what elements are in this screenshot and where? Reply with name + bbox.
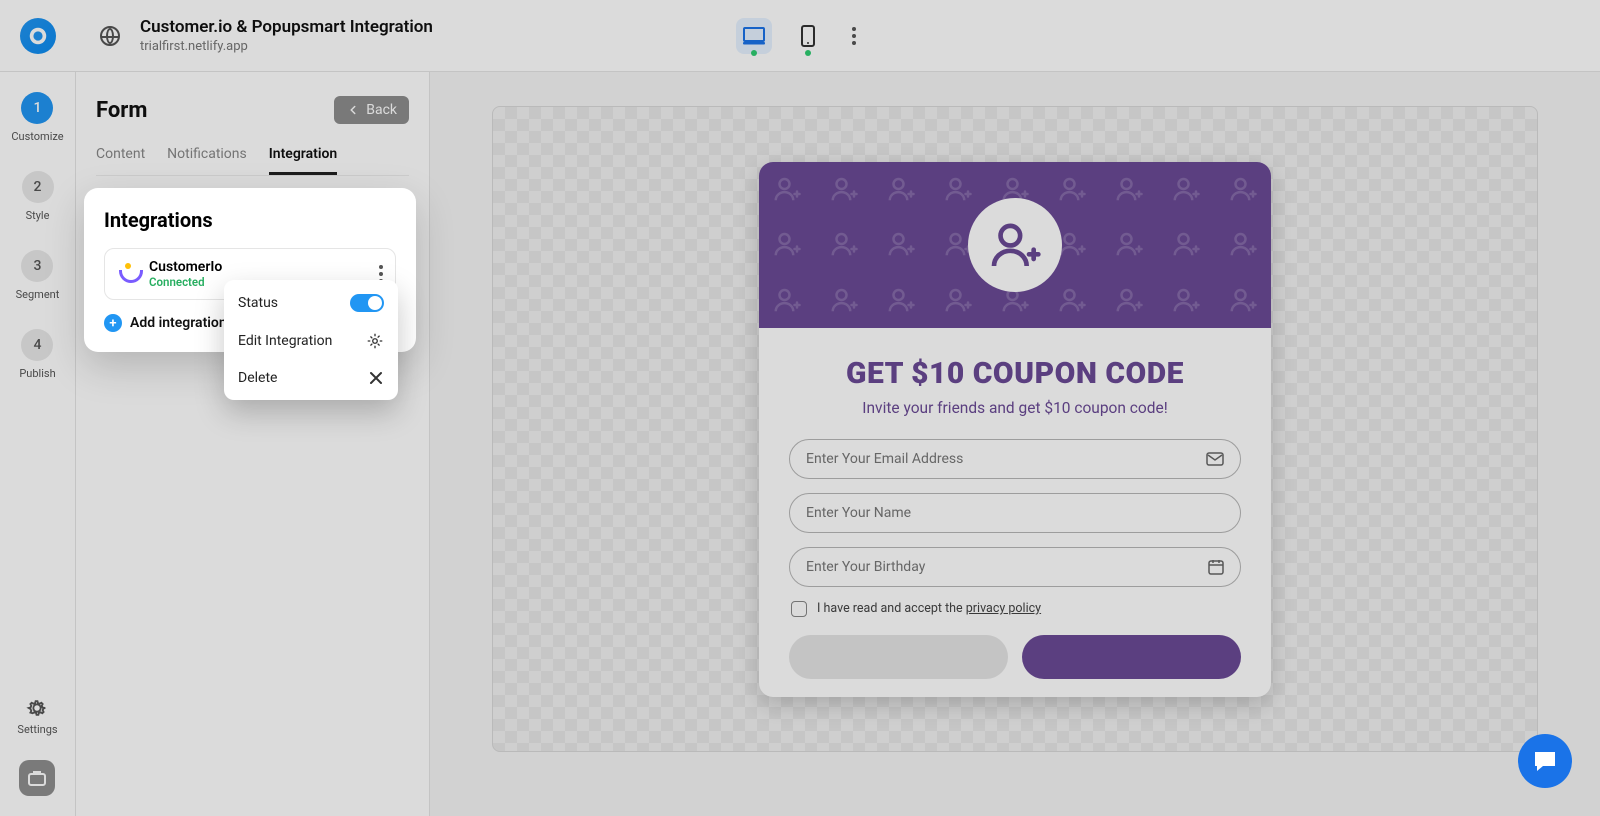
panel-title: Form	[96, 98, 147, 123]
globe-icon[interactable]	[100, 26, 120, 46]
preview-frame: /*pattern generated below*/ GET $10 COUP…	[492, 106, 1538, 752]
email-field[interactable]: Enter Your Email Address	[789, 439, 1241, 479]
step-publish[interactable]: 4 Publish	[19, 329, 55, 380]
privacy-link[interactable]: privacy policy	[966, 601, 1041, 616]
popup-primary-button[interactable]	[1022, 635, 1241, 679]
popup-hero: /*pattern generated below*/	[759, 162, 1271, 328]
topbar: Customer.io & Popupsmart Integration tri…	[0, 0, 1600, 72]
integrations-heading: Integrations	[104, 208, 396, 232]
step-rail: 1 Customize 2 Style 3 Segment 4 Publish …	[0, 72, 76, 816]
briefcase-icon	[28, 770, 46, 786]
step-segment[interactable]: 3 Segment	[16, 250, 60, 301]
arrow-left-icon	[346, 103, 360, 117]
birthday-field[interactable]: Enter Your Birthday	[789, 547, 1241, 587]
step-customize[interactable]: 1 Customize	[11, 92, 63, 143]
close-icon	[368, 370, 384, 386]
popup-headline: GET $10 COUPON CODE	[789, 356, 1241, 391]
page-subtitle: trialfirst.netlify.app	[140, 39, 433, 54]
form-panel: Form Back Content Notifications Integrat…	[76, 72, 430, 816]
popup-secondary-button[interactable]	[789, 635, 1008, 679]
page-title: Customer.io & Popupsmart Integration	[140, 17, 433, 37]
device-mobile-button[interactable]	[790, 18, 826, 54]
step-style[interactable]: 2 Style	[22, 171, 54, 222]
dropdown-delete[interactable]: Delete	[224, 360, 398, 396]
consent-text: I have read and accept the privacy polic…	[817, 601, 1041, 616]
preview-canvas: /*pattern generated below*/ GET $10 COUP…	[430, 72, 1600, 816]
plus-icon: +	[104, 314, 122, 332]
status-dot	[805, 50, 811, 56]
settings-button[interactable]: Settings	[17, 697, 57, 736]
status-toggle[interactable]	[350, 294, 384, 312]
popup-preview: /*pattern generated below*/ GET $10 COUP…	[759, 162, 1271, 697]
customerio-logo-icon	[117, 263, 139, 285]
integration-status: Connected	[149, 275, 222, 289]
dropdown-edit[interactable]: Edit Integration	[224, 322, 398, 360]
tab-content[interactable]: Content	[96, 146, 145, 175]
page-title-block: Customer.io & Popupsmart Integration tri…	[140, 17, 433, 54]
consent-row[interactable]: I have read and accept the privacy polic…	[789, 601, 1241, 617]
name-field[interactable]: Enter Your Name	[789, 493, 1241, 533]
app-logo[interactable]	[20, 18, 56, 54]
popup-buttons	[789, 635, 1241, 679]
consent-checkbox[interactable]	[791, 601, 807, 617]
more-menu-button[interactable]	[844, 27, 864, 45]
panel-tabs: Content Notifications Integration	[96, 146, 409, 176]
calendar-icon	[1208, 559, 1224, 575]
gear-icon	[26, 697, 48, 719]
status-dot	[751, 50, 757, 56]
mail-icon	[1206, 452, 1224, 466]
dropdown-status[interactable]: Status	[224, 284, 398, 322]
tab-integration[interactable]: Integration	[269, 146, 337, 175]
device-desktop-button[interactable]	[736, 18, 772, 54]
gear-icon	[366, 332, 384, 350]
chat-icon	[1531, 748, 1559, 774]
publish-shortcut-button[interactable]	[19, 760, 55, 796]
tab-notifications[interactable]: Notifications	[167, 146, 247, 175]
integration-dropdown: Status Edit Integration Delete	[224, 280, 398, 400]
integration-name: CustomerIo	[149, 259, 222, 275]
user-add-icon	[968, 198, 1062, 292]
back-button[interactable]: Back	[334, 96, 409, 124]
chat-fab[interactable]	[1518, 734, 1572, 788]
popup-subhead: Invite your friends and get $10 coupon c…	[789, 399, 1241, 417]
device-switcher	[736, 18, 864, 54]
